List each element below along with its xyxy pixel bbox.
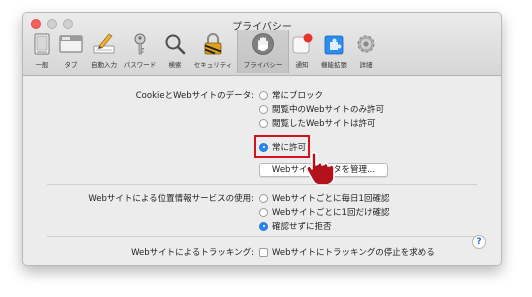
option-label: 閲覧したWebサイトは許可	[272, 119, 376, 129]
toolbar-item-extensions[interactable]: 機能拡張	[315, 30, 353, 73]
option-label: Webサイトごとに1回だけ確認	[272, 208, 390, 218]
toolbar-item-autofill[interactable]: 自動入力	[85, 30, 123, 73]
cookie-option-block[interactable]: 常にブロック	[259, 89, 323, 101]
toolbar-item-search[interactable]: 検索	[160, 30, 190, 73]
general-icon	[34, 33, 50, 55]
divider	[47, 184, 477, 185]
toolbar-label: 通知	[295, 61, 309, 69]
radio-button-selected[interactable]	[259, 221, 268, 231]
toolbar-item-general[interactable]: 一般	[27, 30, 57, 73]
help-button[interactable]: ?	[472, 235, 486, 249]
radio-button[interactable]	[259, 90, 268, 100]
toolbar-label: 機能拡張	[321, 61, 347, 69]
toolbar-label: セキュリティ	[193, 61, 233, 69]
autofill-icon	[93, 33, 115, 54]
notification-icon	[292, 33, 313, 54]
toolbar-item-privacy[interactable]: プライバシー	[237, 30, 289, 73]
hand-icon	[252, 33, 274, 55]
location-option-daily[interactable]: Webサイトごとに毎日1回確認	[259, 192, 389, 204]
location-option-deny[interactable]: 確認せずに拒否	[259, 220, 332, 232]
cookie-option-current-site[interactable]: 閲覧中のWebサイトのみ許可	[259, 103, 384, 115]
toolbar-label: 一般	[35, 61, 49, 69]
extensions-icon	[324, 35, 344, 55]
option-label: 確認せずに拒否	[272, 222, 332, 232]
checkbox[interactable]	[259, 247, 268, 257]
toolbar-item-tabs[interactable]: タブ	[56, 30, 86, 73]
divider	[47, 236, 477, 237]
radio-button[interactable]	[259, 193, 268, 203]
cookie-option-visited-sites[interactable]: 閲覧したWebサイトは許可	[259, 117, 376, 129]
highlight-box	[254, 135, 310, 158]
toolbar-item-notifications[interactable]: 通知	[289, 30, 315, 73]
toolbar-item-security[interactable]: セキュリティ	[189, 30, 237, 73]
toolbar-item-passwords[interactable]: パスワード	[119, 30, 161, 73]
location-option-once[interactable]: Webサイトごとに1回だけ確認	[259, 206, 389, 218]
location-label: Webサイトによる位置情報サービスの使用:	[88, 194, 254, 204]
pointing-hand-cursor-icon	[306, 151, 335, 186]
checkbox-label: Webサイトにトラッキングの停止を求める	[272, 248, 435, 258]
toolbar-item-advanced[interactable]: 詳細	[353, 30, 379, 73]
tracking-label: Webサイトによるトラッキング:	[131, 248, 254, 258]
option-label: Webサイトごとに毎日1回確認	[272, 194, 390, 204]
radio-button[interactable]	[259, 118, 268, 128]
tabs-icon	[59, 35, 83, 53]
radio-button[interactable]	[259, 104, 268, 114]
toolbar-label: 詳細	[359, 61, 373, 69]
tracking-checkbox-row[interactable]: Webサイトにトラッキングの停止を求める	[259, 246, 435, 258]
option-label: 常にブロック	[272, 91, 324, 101]
lock-icon	[204, 33, 222, 55]
toolbar-label: プライバシー	[243, 61, 283, 69]
preferences-window: プライバシー 一般 タブ 自動入力 パスワード 検索 セキュリティ プライバシー…	[22, 12, 502, 266]
gear-icon	[357, 35, 375, 53]
toolbar-label: 自動入力	[91, 61, 117, 69]
search-icon	[165, 34, 186, 55]
toolbar: プライバシー 一般 タブ 自動入力 パスワード 検索 セキュリティ プライバシー…	[23, 13, 501, 76]
privacy-pane: CookieとWebサイトのデータ: 常にブロック 閲覧中のWebサイトのみ許可…	[23, 76, 501, 265]
toolbar-label: タブ	[64, 61, 78, 69]
toolbar-label: 検索	[168, 61, 182, 69]
toolbar-label: パスワード	[123, 61, 157, 69]
cookies-label: CookieとWebサイトのデータ:	[135, 91, 254, 101]
option-label: 閲覧中のWebサイトのみ許可	[272, 105, 385, 115]
key-icon	[134, 33, 146, 55]
radio-button[interactable]	[259, 207, 268, 217]
